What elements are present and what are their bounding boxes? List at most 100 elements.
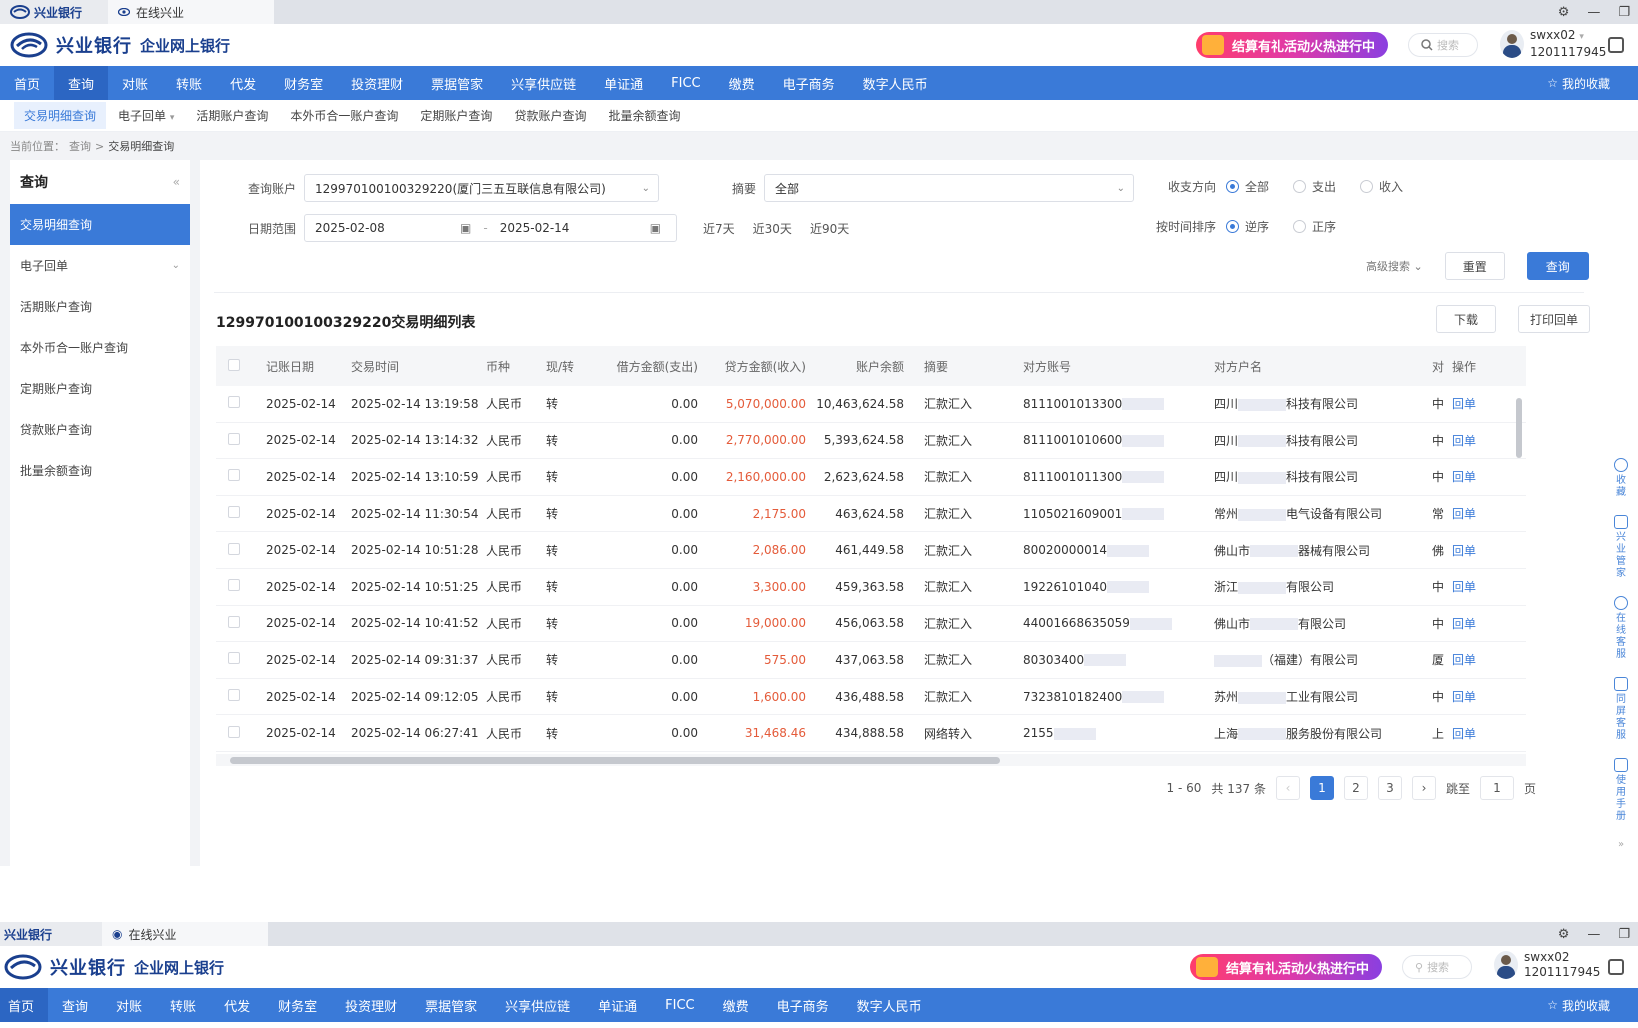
nav-item-repeat[interactable]: 电子商务: [763, 988, 843, 1022]
tab-online-cib[interactable]: 在线兴业: [108, 0, 274, 24]
subnav-e-receipt[interactable]: 电子回单 ▾: [108, 102, 184, 129]
row-checkbox[interactable]: [228, 615, 240, 628]
nav-query[interactable]: 查询: [54, 66, 109, 100]
expand-icon[interactable]: »: [1613, 839, 1629, 851]
table-row[interactable]: 2025-02-14 2025-02-14 10:51:25 人民币 转 0.00 3,3…: [216, 569, 1526, 606]
nav-ficc[interactable]: FICC: [657, 66, 714, 100]
receipt-link[interactable]: 回单: [1452, 542, 1492, 559]
nav-item-repeat[interactable]: 查询: [48, 988, 102, 1022]
table-hscroll[interactable]: [216, 754, 1526, 766]
user-menu-repeat[interactable]: swxx02 1201117945: [1494, 950, 1600, 980]
nav-item-repeat[interactable]: 票据管家: [411, 988, 491, 1022]
sidebar-item-multi-currency[interactable]: 本外币合一账户查询: [10, 327, 190, 368]
sort-desc-radio[interactable]: 逆序: [1226, 218, 1269, 235]
nav-ecommerce[interactable]: 电子商务: [769, 66, 849, 100]
query-button[interactable]: 查询: [1526, 252, 1589, 280]
direction-all-radio[interactable]: 全部: [1226, 178, 1269, 195]
row-checkbox[interactable]: [228, 542, 240, 555]
sort-asc-radio[interactable]: 正序: [1293, 218, 1336, 235]
nav-item-repeat[interactable]: 数字人民币: [843, 988, 936, 1022]
settings-icon[interactable]: ⚙: [1558, 5, 1570, 20]
quick-30-days[interactable]: 近30天: [753, 220, 792, 237]
rail-manual[interactable]: 使用手册: [1613, 758, 1629, 823]
subnav-batch-balance[interactable]: 批量余额查询: [598, 102, 690, 129]
user-menu[interactable]: swxx02 ▾ 1201117945: [1500, 28, 1606, 60]
subnav-fixed-account[interactable]: 定期账户查询: [410, 102, 502, 129]
row-checkbox[interactable]: [228, 689, 240, 702]
receipt-link[interactable]: 回单: [1452, 725, 1492, 742]
nav-home[interactable]: 首页: [0, 66, 54, 100]
logout-icon[interactable]: [1608, 37, 1624, 53]
nav-payroll[interactable]: 代发: [216, 66, 270, 100]
row-checkbox[interactable]: [228, 432, 240, 445]
settings-icon[interactable]: ⚙: [1558, 927, 1570, 942]
sidebar-item-batch-balance[interactable]: 批量余额查询: [10, 450, 190, 491]
restore-icon[interactable]: ❐: [1618, 5, 1630, 20]
nav-finance[interactable]: 财务室: [270, 66, 337, 100]
table-row[interactable]: 2025-02-14 2025-02-14 13:19:58 人民币 转 0.00 5,0…: [216, 386, 1526, 423]
quick-7-days[interactable]: 近7天: [703, 220, 735, 237]
receipt-link[interactable]: 回单: [1452, 505, 1492, 522]
table-row[interactable]: 2025-02-14 2025-02-14 06:27:41 人民币 转 0.00 31,…: [216, 715, 1526, 752]
jump-input[interactable]: 1: [1479, 776, 1514, 800]
receipt-link[interactable]: 回单: [1452, 468, 1492, 485]
table-row[interactable]: 2025-02-14 2025-02-14 11:30:54 人民币 转 0.00 2,1…: [216, 496, 1526, 533]
sidebar-item-loan-account[interactable]: 贷款账户查询: [10, 409, 190, 450]
promo-banner-repeat[interactable]: 结算有礼活动火热进行中: [1190, 954, 1382, 980]
row-checkbox[interactable]: [228, 396, 240, 409]
rail-favorite[interactable]: 收藏: [1613, 458, 1629, 499]
tab-bank-logo[interactable]: 兴业银行: [0, 0, 108, 24]
table-row[interactable]: 2025-02-14 2025-02-14 13:14:32 人民币 转 0.00 2,7…: [216, 423, 1526, 460]
page-2-button[interactable]: 2: [1343, 776, 1368, 800]
nav-item-repeat[interactable]: 兴享供应链: [491, 988, 584, 1022]
rail-online-service[interactable]: 在线客服: [1613, 596, 1629, 661]
sidebar-item-fixed-account[interactable]: 定期账户查询: [10, 368, 190, 409]
my-favorites-repeat[interactable]: ☆ 我的收藏: [1547, 988, 1610, 1022]
row-checkbox[interactable]: [228, 652, 240, 665]
minimize-icon[interactable]: —: [1587, 927, 1600, 942]
table-row[interactable]: 2025-02-14 2025-02-14 09:31:37 人民币 转 0.00 575…: [216, 642, 1526, 679]
sidebar-item-current-account[interactable]: 活期账户查询: [10, 286, 190, 327]
nav-payment[interactable]: 缴费: [715, 66, 769, 100]
receipt-link[interactable]: 回单: [1452, 651, 1492, 668]
date-range-input[interactable]: 2025-02-08 ▣ - 2025-02-14 ▣: [304, 214, 678, 242]
subnav-current-account[interactable]: 活期账户查询: [186, 102, 278, 129]
nav-documents[interactable]: 单证通: [590, 66, 657, 100]
nav-reconcile[interactable]: 对账: [108, 66, 162, 100]
nav-transfer[interactable]: 转账: [162, 66, 216, 100]
row-checkbox[interactable]: [228, 469, 240, 482]
my-favorites[interactable]: ☆ 我的收藏: [1547, 66, 1610, 100]
nav-item-repeat[interactable]: 代发: [210, 988, 264, 1022]
nav-bills[interactable]: 票据管家: [417, 66, 497, 100]
table-vscroll[interactable]: [1514, 386, 1524, 754]
account-select[interactable]: 129970100100329220(厦门三五互联信息有限公司) ⌄: [304, 174, 660, 202]
receipt-link[interactable]: 回单: [1452, 578, 1492, 595]
date-end[interactable]: 2025-02-14: [500, 221, 650, 235]
tab-bank-logo-repeat[interactable]: 兴业银行: [0, 922, 102, 946]
nav-ecny[interactable]: 数字人民币: [849, 66, 942, 100]
promo-banner[interactable]: 结算有礼活动火热进行中: [1196, 32, 1388, 58]
nav-invest[interactable]: 投资理财: [337, 66, 417, 100]
tab-online-cib-repeat[interactable]: ◉ 在线兴业: [102, 922, 268, 946]
subnav-loan-account[interactable]: 贷款账户查询: [504, 102, 596, 129]
table-row[interactable]: 2025-02-14 2025-02-14 10:41:52 人民币 转 0.00 19,…: [216, 606, 1526, 643]
rail-screen-share[interactable]: 同屏客服: [1613, 677, 1629, 742]
reset-button[interactable]: 重置: [1444, 252, 1505, 280]
restore-icon[interactable]: ❐: [1618, 927, 1630, 942]
sidebar-item-e-receipt[interactable]: 电子回单 ⌄: [10, 245, 190, 286]
table-row[interactable]: 2025-02-14 2025-02-14 10:51:28 人民币 转 0.00 2,0…: [216, 532, 1526, 569]
brand[interactable]: 兴业银行 企业网上银行: [10, 32, 230, 58]
download-button[interactable]: 下载: [1436, 305, 1496, 333]
summary-select[interactable]: 全部 ⌄: [764, 174, 1135, 202]
row-checkbox[interactable]: [228, 506, 240, 519]
page-1-button[interactable]: 1: [1309, 776, 1334, 800]
breadcrumb-query[interactable]: 查询: [69, 138, 91, 154]
header-search[interactable]: 搜索: [1408, 33, 1478, 57]
row-checkbox[interactable]: [228, 725, 240, 738]
header-search-repeat[interactable]: ⚲ 搜索: [1402, 955, 1472, 979]
rail-butler[interactable]: 兴业管家: [1613, 515, 1629, 580]
nav-item-repeat[interactable]: 财务室: [264, 988, 331, 1022]
direction-in-radio[interactable]: 收入: [1360, 178, 1403, 195]
collapse-icon[interactable]: «: [173, 175, 180, 189]
nav-item-repeat[interactable]: 投资理财: [331, 988, 411, 1022]
